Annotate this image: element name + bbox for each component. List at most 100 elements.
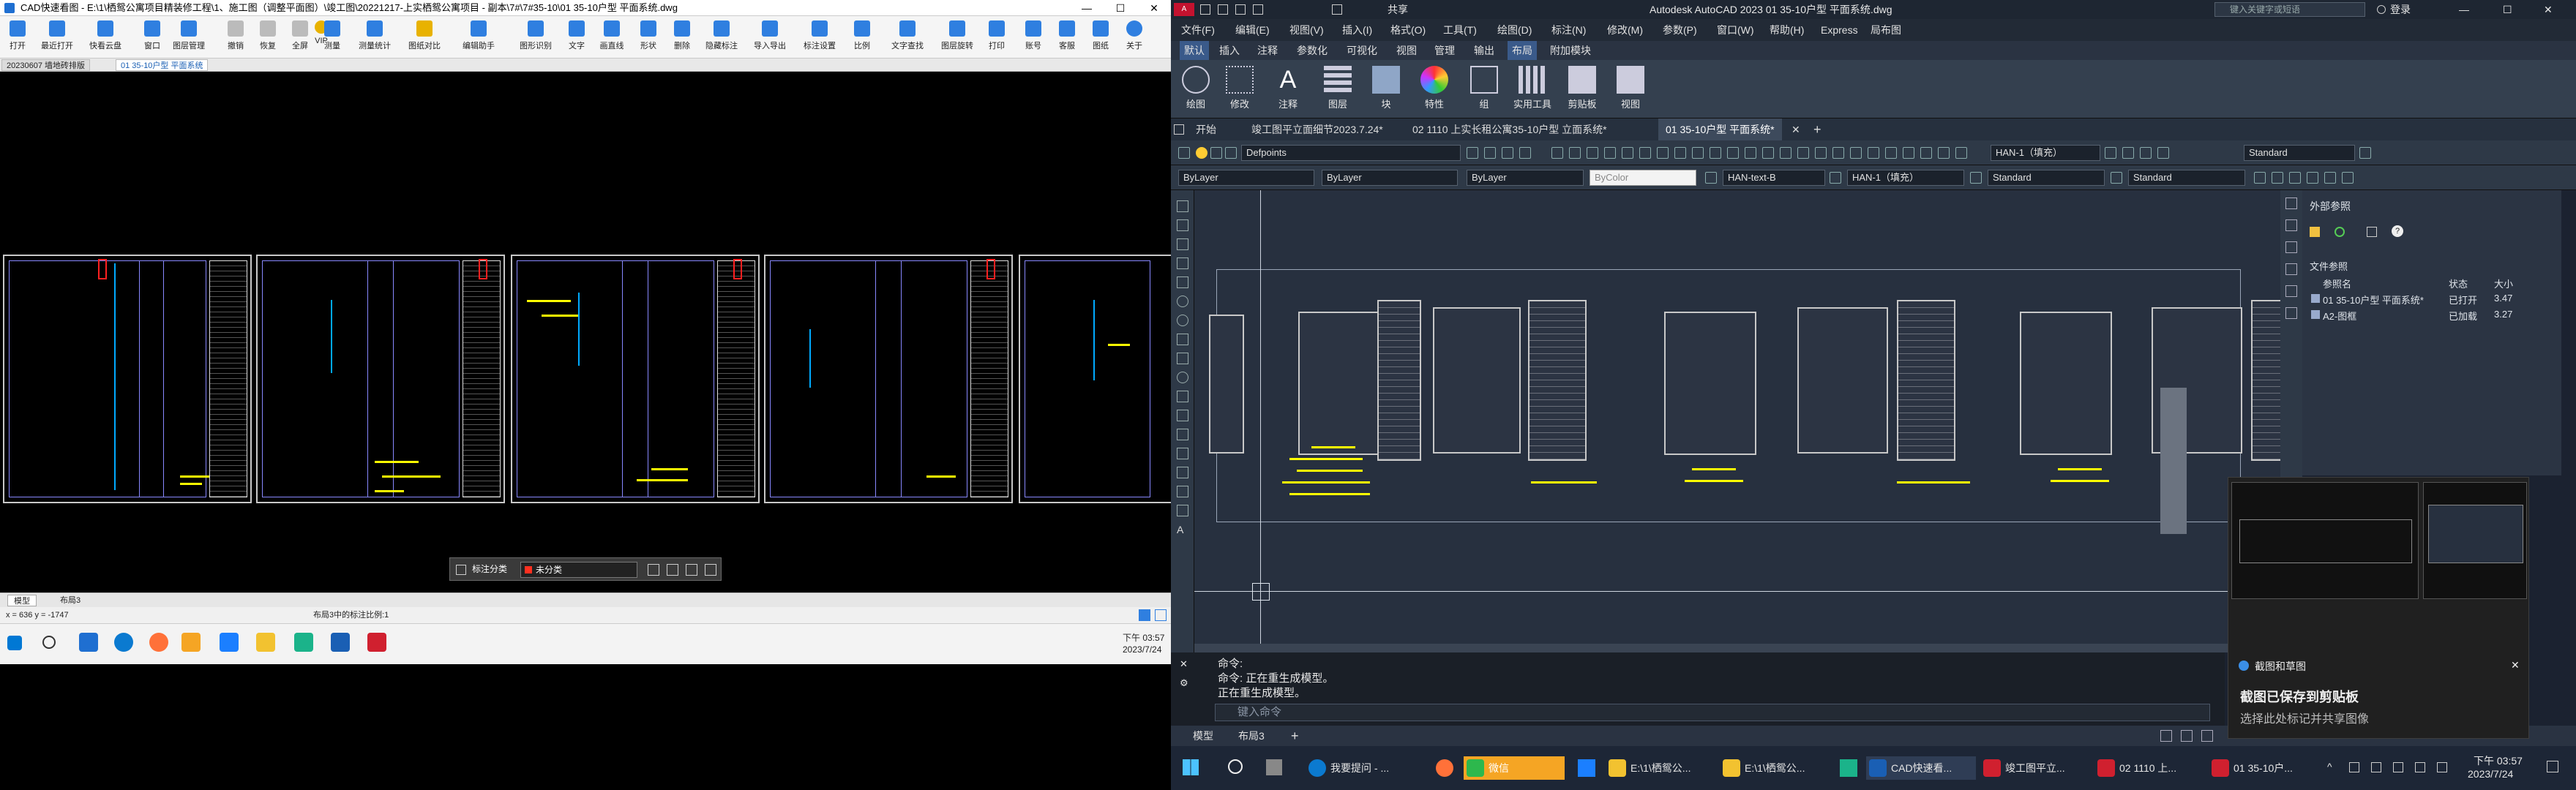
search-icon[interactable] [42, 636, 56, 649]
dim-tool-icon[interactable] [1868, 147, 1879, 159]
move-icon[interactable] [667, 564, 678, 576]
print-button[interactable]: 打印 [981, 19, 1013, 57]
tab-visualize[interactable]: 可视化 [1342, 41, 1382, 60]
xref-row[interactable]: 01 35-10户型 平面系统* 已打开 3.47 [2302, 291, 2561, 306]
hatch-icon[interactable] [1177, 448, 1188, 459]
export-icon[interactable] [705, 564, 716, 576]
doc-tab[interactable]: 02 1110 上实长租公寓35-10户型 立面系统* [1405, 118, 1614, 140]
taskbar-item-autocad[interactable]: 竣工图平立... [1980, 756, 2090, 780]
dim-style-icon[interactable] [1830, 172, 1841, 184]
properties-button[interactable]: 特性 [1412, 64, 1456, 116]
tab-layout3[interactable]: 布局3 [1238, 726, 1265, 746]
dim-tool-icon[interactable] [1938, 147, 1950, 159]
gradient-icon[interactable] [1177, 467, 1188, 478]
command-input[interactable]: 键入命令 [1215, 704, 2210, 721]
layer-tool-icon[interactable] [1467, 147, 1478, 159]
close-button[interactable]: ✕ [2544, 0, 2553, 19]
tablestyle-select[interactable]: Standard [1988, 170, 2105, 186]
layer-props-icon[interactable] [1178, 147, 1190, 159]
menu-help[interactable]: 帮助(H) [1770, 19, 1804, 41]
status-icon[interactable] [1139, 609, 1150, 621]
status-icon[interactable] [2181, 730, 2193, 742]
dimstyle-select-2[interactable]: HAN-1（填充） [1847, 170, 1964, 186]
volume-icon[interactable] [2437, 762, 2447, 772]
doc-tab[interactable]: 竣工图平立面细节2023.7.24* [1244, 118, 1390, 140]
dim-tool-icon[interactable] [1727, 147, 1739, 159]
horizontal-scrollbar[interactable] [1194, 644, 2295, 652]
shape-recognize-button[interactable]: 图形识别 [515, 19, 556, 57]
status-icon[interactable] [2201, 730, 2213, 742]
copy-icon[interactable] [686, 564, 697, 576]
about-button[interactable]: 关于 [1118, 19, 1150, 57]
lock-icon[interactable] [1225, 147, 1237, 159]
list-icon[interactable] [2367, 227, 2377, 237]
spline-icon[interactable] [1177, 353, 1188, 364]
window-button[interactable]: 窗口 [136, 19, 168, 57]
hide-annotation-button[interactable]: 隐藏标注 [701, 19, 742, 57]
annotate-button[interactable]: A 注释 [1266, 64, 1310, 116]
arc-icon[interactable] [1177, 296, 1188, 307]
menu-dimension[interactable]: 标注(N) [1551, 19, 1586, 41]
rotate-icon[interactable] [2285, 307, 2297, 319]
dim-tool-icon[interactable] [1955, 147, 1967, 159]
menu-express[interactable]: Express [1821, 19, 1858, 41]
windows-start-icon[interactable] [7, 636, 22, 650]
dimstyle-select[interactable]: HAN-1（填充） [1991, 145, 2100, 161]
text-tool-icon[interactable] [2324, 172, 2336, 184]
app-icon[interactable] [294, 633, 313, 652]
region-icon[interactable] [1177, 486, 1188, 497]
menu-draw[interactable]: 绘图(D) [1497, 19, 1532, 41]
maximize-button[interactable]: ☐ [1104, 0, 1137, 16]
scroll-thumb[interactable] [2160, 388, 2187, 534]
polyline-icon[interactable] [1177, 219, 1188, 231]
text-search-button[interactable]: 文字查找 [887, 19, 928, 57]
taskview-icon[interactable] [1266, 759, 1282, 775]
line-icon[interactable] [1177, 200, 1188, 212]
delete-button[interactable]: 删除 [666, 19, 698, 57]
menu-modify[interactable]: 修改(M) [1607, 19, 1643, 41]
make-block-icon[interactable] [1177, 410, 1188, 421]
dim-tool-icon[interactable] [1622, 147, 1633, 159]
dim-tool-icon[interactable] [2140, 147, 2152, 159]
tab-addins[interactable]: 附加模块 [1546, 41, 1595, 60]
menu-view[interactable]: 视图(V) [1289, 19, 1324, 41]
app-icon[interactable] [1578, 759, 1595, 777]
rotate-button[interactable]: 图层旋转 [937, 19, 978, 57]
measure-button[interactable]: 测量 [316, 19, 348, 57]
plotstyle-select[interactable]: ByColor [1590, 170, 1696, 186]
tool-icon[interactable] [2285, 263, 2297, 275]
status-icon[interactable] [2160, 730, 2172, 742]
tray-icon[interactable] [2371, 762, 2381, 772]
edit-assist-button[interactable]: 编辑助手 [458, 19, 499, 57]
dim-tool-icon[interactable] [2157, 147, 2169, 159]
dim-tool-icon[interactable] [2105, 147, 2116, 159]
dim-tool-icon[interactable] [1551, 147, 1563, 159]
drawing-button[interactable]: 图纸 [1085, 19, 1117, 57]
cad-viewer-canvas[interactable] [0, 72, 1174, 592]
app-icon[interactable] [220, 633, 239, 652]
revcloud-icon[interactable] [1177, 334, 1188, 345]
maximize-button[interactable]: ☐ [2503, 0, 2512, 19]
redo-button[interactable]: 恢复 [252, 19, 284, 57]
text-button[interactable]: 文字 [561, 19, 593, 57]
menu-format[interactable]: 格式(O) [1390, 19, 1426, 41]
mtext-icon[interactable]: A [1177, 524, 1188, 535]
undo-icon[interactable] [1332, 4, 1342, 15]
dim-tool-icon[interactable] [1657, 147, 1669, 159]
firefox-icon[interactable] [149, 633, 168, 652]
tray-icon[interactable] [2349, 762, 2359, 772]
autocad-drawing-canvas[interactable] [1194, 190, 2295, 652]
undo-button[interactable]: 撤销 [220, 19, 252, 57]
network-icon[interactable] [2415, 762, 2425, 772]
mleaderstyle-select[interactable]: Standard [2128, 170, 2245, 186]
recent-button[interactable]: 最近打开 [41, 19, 73, 57]
account-button[interactable]: 账号 [1017, 19, 1049, 57]
help-icon[interactable]: ? [2392, 225, 2403, 237]
block-insert-icon[interactable] [1177, 391, 1188, 402]
import-export-button[interactable]: 导入导出 [749, 19, 790, 57]
edit-icon[interactable] [648, 564, 659, 576]
add-layout-icon[interactable]: + [1291, 726, 1299, 746]
lineweight-select[interactable]: ByLayer [1467, 170, 1584, 186]
minimize-button[interactable]: — [2459, 0, 2469, 19]
menu-insert[interactable]: 插入(I) [1342, 19, 1372, 41]
